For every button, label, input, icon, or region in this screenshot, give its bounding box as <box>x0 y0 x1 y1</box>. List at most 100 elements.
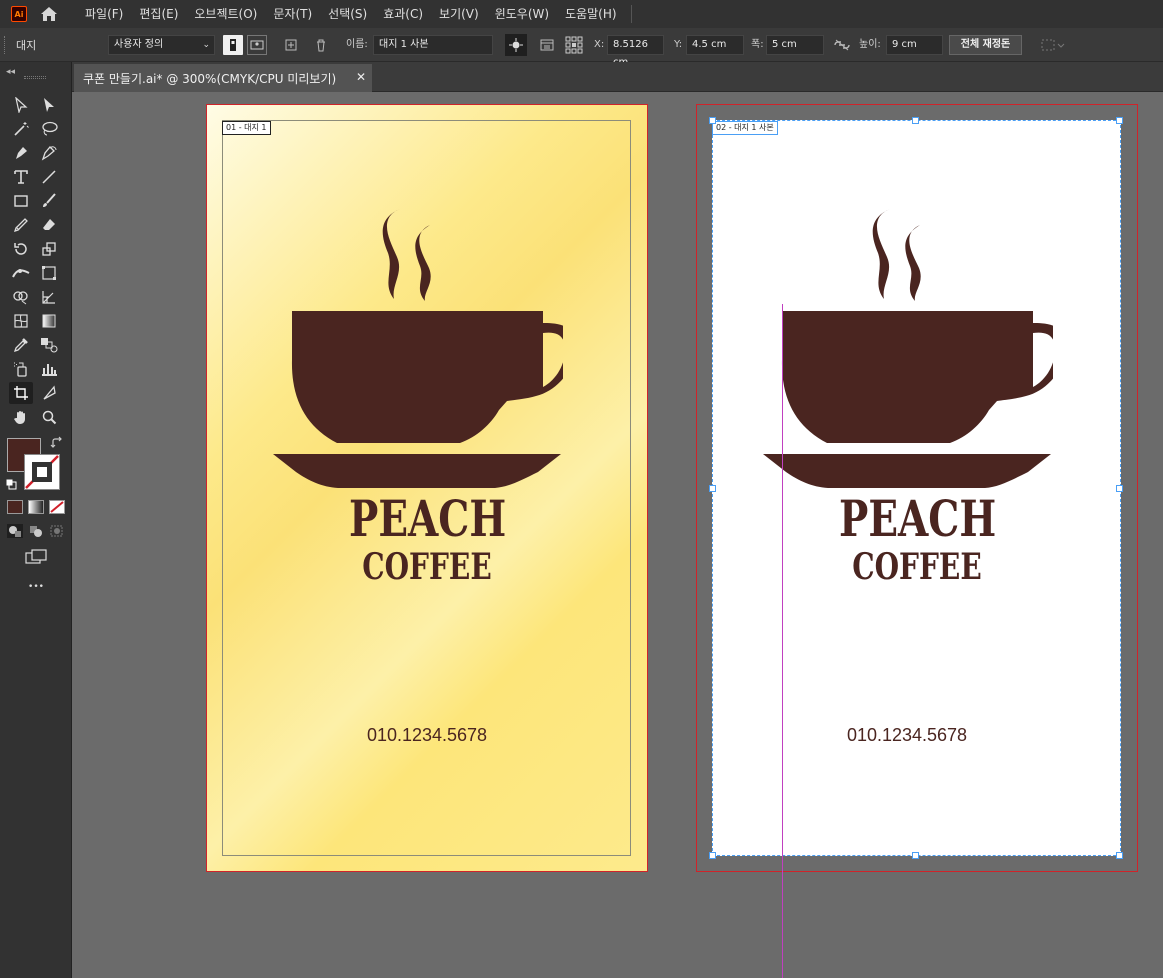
eraser-tool-icon[interactable] <box>37 214 61 236</box>
resize-handle-top[interactable] <box>912 117 919 124</box>
edit-toolbar-icon[interactable]: ••• <box>26 582 46 592</box>
width-label: 폭: <box>751 39 764 50</box>
document-tab-bar: 쿠폰 만들기.ai* @ 300%(CMYK/CPU 미리보기) ✕ <box>72 62 1163 92</box>
resize-handle-top-right[interactable] <box>1116 117 1123 124</box>
default-fill-stroke-icon[interactable] <box>5 478 17 490</box>
rearrange-all-button[interactable]: 전체 재정돈 <box>949 35 1022 55</box>
line-segment-tool-icon[interactable] <box>37 166 61 188</box>
brand-name: PEACH <box>839 489 997 548</box>
menu-window[interactable]: 윈도우(W) <box>487 0 557 28</box>
landscape-orientation-button[interactable] <box>247 35 267 55</box>
menu-file[interactable]: 파일(F) <box>77 0 131 28</box>
artboard-name-input[interactable]: 대지 1 사본 <box>373 35 493 55</box>
y-input[interactable]: 4.5 cm <box>686 35 744 55</box>
selection-tool-icon[interactable] <box>9 94 33 116</box>
tools-panel: ◂◂ ••• <box>0 62 72 978</box>
menu-bar: Ai 파일(F) 편집(E) 오브젝트(O) 문자(T) 선택(S) 효과(C)… <box>0 0 1163 28</box>
brand-subtitle: COFFEE <box>852 546 982 588</box>
menu-help[interactable]: 도움말(H) <box>557 0 625 28</box>
height-input[interactable]: 9 cm <box>886 35 943 55</box>
artboard-options-icon[interactable] <box>537 35 557 55</box>
menu-type[interactable]: 문자(T) <box>265 0 320 28</box>
align-options-icon[interactable] <box>1039 35 1067 55</box>
pen-tool-icon[interactable] <box>9 142 33 164</box>
reference-point-icon[interactable] <box>564 35 584 55</box>
new-artboard-icon[interactable] <box>281 35 301 55</box>
menu-edit[interactable]: 편집(E) <box>131 0 186 28</box>
height-label: 높이: <box>859 39 881 50</box>
resize-handle-top-left[interactable] <box>709 117 716 124</box>
panel-grip[interactable] <box>4 35 8 54</box>
document-tab[interactable]: 쿠폰 만들기.ai* @ 300%(CMYK/CPU 미리보기) ✕ <box>74 64 372 92</box>
canvas[interactable]: 01 - 대지 1 PEACH COFFEE 010.1234.5678 02 … <box>72 92 1163 978</box>
coffee-cup-logo <box>273 209 563 488</box>
control-bar-title: 대지 <box>16 38 37 52</box>
home-icon[interactable] <box>39 5 59 23</box>
blend-tool-icon[interactable] <box>37 334 61 356</box>
constrain-proportions-icon[interactable] <box>832 35 852 55</box>
preset-dropdown[interactable]: 사용자 정의 ⌄ <box>108 35 215 55</box>
hand-tool-icon[interactable] <box>9 406 33 428</box>
menu-select[interactable]: 선택(S) <box>320 0 375 28</box>
delete-artboard-icon[interactable] <box>311 35 331 55</box>
name-label: 이름: <box>346 39 368 50</box>
zoom-tool-icon[interactable] <box>37 406 61 428</box>
menu-view[interactable]: 보기(V) <box>431 0 487 28</box>
curvature-tool-icon[interactable] <box>37 142 61 164</box>
phone-number: 010.1234.5678 <box>846 725 968 745</box>
slice-tool-icon[interactable] <box>37 382 61 404</box>
resize-handle-bottom-left[interactable] <box>709 852 716 859</box>
width-input[interactable]: 5 cm <box>766 35 824 55</box>
gradient-tool-icon[interactable] <box>37 310 61 332</box>
artboard-label[interactable]: 01 - 대지 1 <box>222 121 271 135</box>
perspective-grid-tool-icon[interactable] <box>37 286 61 308</box>
color-mode-icon[interactable] <box>7 500 23 514</box>
artboard-2-frame: 02 - 대지 1 사본 PEACH COFFEE 010.1234.5678 <box>696 104 1138 872</box>
brand-name: PEACH <box>349 489 507 548</box>
resize-handle-right[interactable] <box>1116 485 1123 492</box>
portrait-orientation-button[interactable] <box>223 35 243 55</box>
tools-grip[interactable] <box>24 76 46 79</box>
lasso-tool-icon[interactable] <box>37 118 61 140</box>
resize-handle-bottom[interactable] <box>912 852 919 859</box>
mesh-tool-icon[interactable] <box>9 310 33 332</box>
y-label: Y: <box>674 39 683 50</box>
smart-guide <box>782 304 783 978</box>
menu-effect[interactable]: 효과(C) <box>375 0 431 28</box>
phone-number: 010.1234.5678 <box>366 725 488 745</box>
none-mode-icon[interactable] <box>49 500 65 514</box>
artboard-tool-icon[interactable] <box>9 382 33 404</box>
draw-normal-icon[interactable] <box>7 524 23 538</box>
stroke-swatch[interactable] <box>24 454 60 490</box>
resize-handle-bottom-right[interactable] <box>1116 852 1123 859</box>
shaper-tool-icon[interactable] <box>9 214 33 236</box>
draw-inside-icon[interactable] <box>49 524 65 538</box>
artboard-1[interactable]: 01 - 대지 1 PEACH COFFEE 010.1234.5678 <box>206 104 648 872</box>
scale-tool-icon[interactable] <box>37 238 61 260</box>
rectangle-tool-icon[interactable] <box>9 190 33 212</box>
brand-subtitle: COFFEE <box>362 546 492 588</box>
close-icon[interactable]: ✕ <box>356 70 366 84</box>
x-input[interactable]: 8.5126 cm <box>607 35 664 68</box>
screen-mode-icon[interactable] <box>24 548 48 566</box>
width-tool-icon[interactable] <box>9 262 33 284</box>
magic-wand-tool-icon[interactable] <box>9 118 33 140</box>
eyedropper-tool-icon[interactable] <box>9 334 33 356</box>
direct-selection-tool-icon[interactable] <box>37 94 61 116</box>
type-tool-icon[interactable] <box>9 166 33 188</box>
gradient-mode-icon[interactable] <box>28 500 44 514</box>
menu-divider <box>630 5 632 23</box>
column-graph-tool-icon[interactable] <box>37 358 61 380</box>
symbol-sprayer-tool-icon[interactable] <box>9 358 33 380</box>
draw-behind-icon[interactable] <box>28 524 44 538</box>
move-with-artboard-icon[interactable] <box>505 34 527 56</box>
free-transform-tool-icon[interactable] <box>37 262 61 284</box>
rotate-tool-icon[interactable] <box>9 238 33 260</box>
swap-fill-stroke-icon[interactable] <box>50 436 64 450</box>
shape-builder-tool-icon[interactable] <box>9 286 33 308</box>
menu-object[interactable]: 오브젝트(O) <box>186 0 265 28</box>
resize-handle-left[interactable] <box>709 485 716 492</box>
tools-collapse-icon[interactable]: ◂◂ <box>0 62 71 82</box>
paintbrush-tool-icon[interactable] <box>37 190 61 212</box>
artboard-label-selected[interactable]: 02 - 대지 1 사본 <box>712 121 778 135</box>
